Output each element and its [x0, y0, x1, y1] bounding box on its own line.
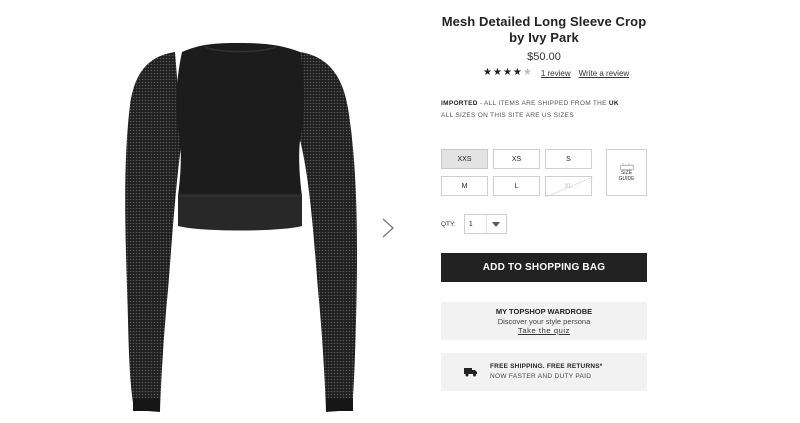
review-count-link[interactable]: 1 review	[541, 69, 571, 78]
size-label: XL	[564, 182, 573, 190]
star-icon: ★	[522, 67, 532, 78]
rating-stars: ★ ★ ★ ★ ★	[483, 68, 532, 78]
chevron-right-icon	[382, 218, 394, 238]
size-label: S	[566, 155, 571, 163]
truck-icon	[464, 368, 477, 377]
imported-note: IMPORTED - ALL ITEMS ARE SHIPPED FROM TH…	[441, 100, 619, 107]
shipping-panel: FREE SHIPPING. FREE RETURNS* NOW FASTER …	[441, 353, 647, 391]
star-icon: ★	[502, 67, 512, 78]
wardrobe-subtitle: Discover your style persona	[497, 317, 591, 326]
sizes-note: ALL SIZES ON THIS SITE ARE US SIZES	[441, 112, 574, 119]
size-guide-button[interactable]: SIZE GUIDE	[606, 149, 647, 196]
product-image	[0, 0, 420, 423]
product-rating: ★ ★ ★ ★ ★ 1 review Write a review	[483, 68, 629, 78]
size-label: L	[514, 182, 519, 190]
quantity-select[interactable]: 1	[463, 214, 507, 234]
next-image-button[interactable]	[380, 216, 396, 240]
quantity: QTY: 1	[441, 214, 507, 234]
shipping-info: IMPORTED - ALL ITEMS ARE SHIPPED FROM TH…	[441, 98, 619, 122]
add-to-bag-button[interactable]: ADD TO SHOPPING BAG	[441, 253, 647, 282]
product-title: Mesh Detailed Long Sleeve Crop by Ivy Pa…	[441, 14, 647, 45]
size-guide-label: SIZE GUIDE	[618, 170, 635, 182]
size-option-m[interactable]: M	[441, 176, 488, 196]
chevron-down-icon	[492, 221, 501, 227]
star-icon: ★	[483, 67, 492, 78]
star-icon: ★	[512, 67, 522, 78]
wardrobe-title: MY TOPSHOP WARDROBE	[495, 307, 593, 316]
size-option-s[interactable]: S	[545, 149, 592, 169]
quantity-value: 1	[465, 215, 487, 233]
take-quiz-link[interactable]: Take the quiz	[441, 326, 647, 336]
write-review-link[interactable]: Write a review	[579, 69, 630, 78]
star-icon: ★	[492, 67, 502, 78]
size-label: M	[461, 182, 468, 190]
size-option-l[interactable]: L	[493, 176, 540, 196]
shipping-subtitle: NOW FASTER AND DUTY PAID	[490, 373, 592, 380]
shipping-text: FREE SHIPPING. FREE RETURNS* NOW FASTER …	[490, 362, 603, 382]
product-photo	[125, 43, 358, 412]
quantity-label: QTY:	[441, 220, 456, 228]
quantity-dropdown[interactable]	[487, 215, 506, 233]
product-price: $50.00	[527, 51, 561, 63]
size-label: XXS	[457, 155, 472, 163]
size-label: XS	[511, 155, 522, 163]
size-option-xs[interactable]: XS	[493, 149, 540, 169]
size-option-xl[interactable]: XL	[545, 176, 593, 197]
shipping-title: FREE SHIPPING. FREE RETURNS*	[490, 363, 603, 370]
size-option-xxs[interactable]: XXS	[441, 149, 488, 169]
wardrobe-panel: MY TOPSHOP WARDROBE Discover your style …	[441, 302, 647, 340]
ruler-icon	[619, 163, 634, 170]
